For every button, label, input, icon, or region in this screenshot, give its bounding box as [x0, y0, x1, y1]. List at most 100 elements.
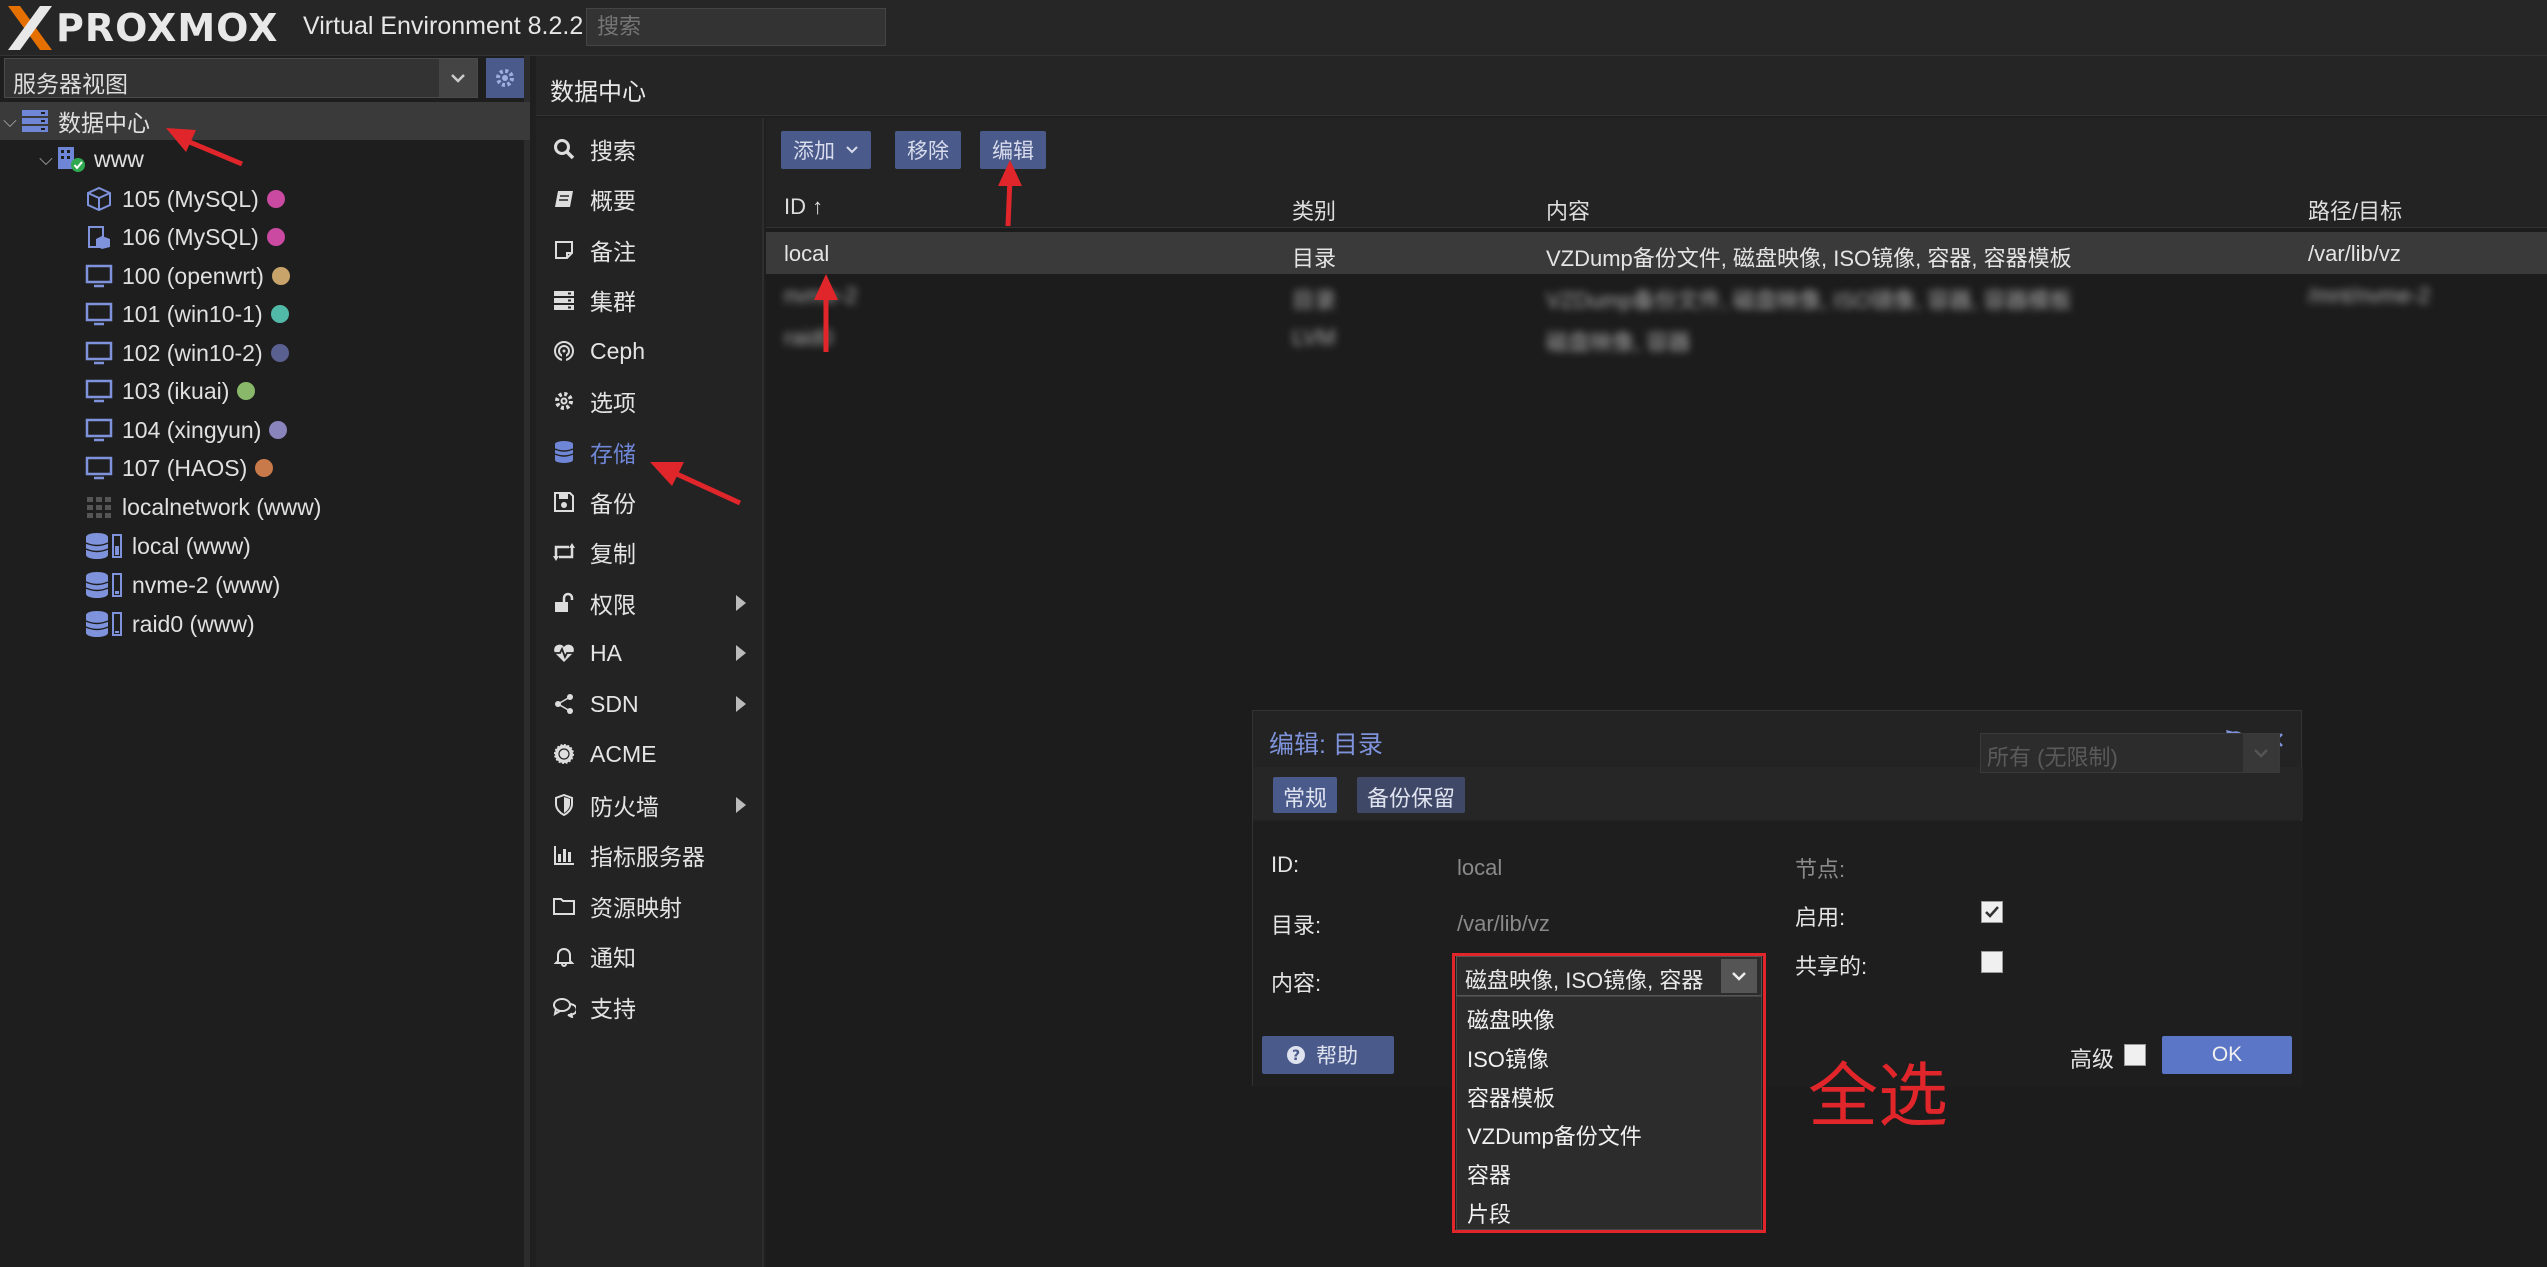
menu-item-notifications[interactable]: 通知 — [536, 933, 764, 979]
node-select: 所有 (无限制) — [1980, 733, 2280, 773]
proxmox-logo[interactable]: PROXMOX — [6, 4, 278, 52]
node-select-value: 所有 (无限制) — [1987, 745, 2118, 770]
tree-item-label: 107 (HAOS) — [122, 454, 248, 481]
ceph-icon — [542, 340, 586, 362]
table-row[interactable]: nvme-2 目录 VZDump备份文件, 磁盘映像, ISO镜像, 容器, 容… — [766, 274, 2547, 316]
storage-toolbar: 添加 移除 编辑 — [766, 118, 2547, 182]
cell-path: /var/lib/vz — [2308, 241, 2401, 266]
status-dot — [266, 228, 285, 246]
expand-arrow-icon[interactable] — [736, 645, 746, 661]
remove-button[interactable]: 移除 — [895, 131, 961, 169]
menu-item-ha[interactable]: HA — [536, 630, 764, 676]
storage-icon — [84, 533, 124, 559]
tree-item-storage-nvme-2[interactable]: nvme-2 (www) — [0, 566, 530, 604]
tree-item-guest-107[interactable]: 107 (HAOS) — [0, 449, 530, 487]
add-button[interactable]: 添加 — [781, 131, 871, 169]
tree-item-guest-104[interactable]: 104 (xingyun) — [0, 411, 530, 449]
tab-general[interactable]: 常规 — [1273, 777, 1338, 813]
cell-type: 目录 — [1292, 246, 1337, 271]
menu-item-support[interactable]: 支持 — [536, 984, 764, 1030]
enable-checkbox[interactable] — [1981, 901, 2003, 923]
logo-text: PROXMOX — [56, 6, 279, 50]
menu-item-notes[interactable]: 备注 — [536, 227, 764, 273]
tree-item-label: localnetwork (www) — [122, 493, 322, 520]
view-select[interactable]: 服务器视图 — [4, 58, 478, 98]
add-button-label: 添加 — [793, 140, 835, 163]
shared-checkbox[interactable] — [1981, 951, 2003, 973]
tree-item-localnetwork[interactable]: localnetwork (www) — [0, 488, 530, 526]
menu-item-resource-mappings[interactable]: 资源映射 — [536, 883, 764, 929]
menu-item-sdn[interactable]: SDN — [536, 681, 764, 727]
advanced-label: 高级 — [2070, 1047, 2115, 1072]
menu-item-ceph[interactable]: Ceph — [536, 328, 764, 374]
bar-chart-icon — [542, 844, 586, 866]
menu-item-label: 搜索 — [590, 138, 636, 164]
menu-item-search[interactable]: 搜索 — [536, 126, 764, 172]
ok-button[interactable]: OK — [2162, 1036, 2292, 1074]
table-row[interactable]: raid0 LVM 磁盘映像, 容器 — [766, 316, 2547, 358]
advanced-checkbox[interactable] — [2124, 1044, 2146, 1066]
tree-item-label: nvme-2 (www) — [132, 571, 281, 598]
menu-item-storage[interactable]: 存储 — [536, 429, 764, 475]
menu-item-summary[interactable]: 概要 — [536, 176, 764, 222]
menu-item-acme[interactable]: ACME — [536, 731, 764, 777]
content-header: 数据中心 — [536, 56, 2547, 116]
column-header-id[interactable]: ID ↑ — [784, 194, 823, 220]
certificate-icon — [542, 743, 586, 765]
menu-item-firewall[interactable]: 防火墙 — [536, 782, 764, 828]
svg-text:?: ? — [1292, 1048, 1300, 1064]
annotation-text: 全选 — [1808, 1055, 1948, 1137]
menu-item-options[interactable]: 选项 — [536, 378, 764, 424]
edit-button-label: 编辑 — [992, 140, 1034, 163]
server-icon — [542, 289, 586, 311]
tree-settings-button[interactable] — [486, 58, 524, 98]
tree-item-guest-106[interactable]: 106 (MySQL) — [0, 218, 530, 256]
gear-icon — [496, 69, 514, 87]
menu-item-label: Ceph — [590, 337, 645, 364]
tree-item-datacenter[interactable]: ⌵ 数据中心 — [0, 102, 530, 140]
vm-icon — [84, 340, 114, 366]
tree-item-guest-100[interactable]: 100 (openwrt) — [0, 257, 530, 295]
expand-arrow-icon[interactable] — [736, 696, 746, 712]
tree-item-guest-103[interactable]: 103 (ikuai) — [0, 372, 530, 410]
network-grid-icon — [84, 494, 114, 520]
folder-icon — [542, 896, 586, 916]
expand-arrow-icon[interactable] — [736, 797, 746, 813]
menu-item-label: 支持 — [590, 996, 636, 1022]
chevron-down-icon[interactable]: ⌵ — [0, 111, 20, 132]
tree-item-guest-105[interactable]: 105 (MySQL) — [0, 180, 530, 218]
chevron-down-icon[interactable] — [439, 59, 477, 97]
tab-backup-retention[interactable]: 备份保留 — [1357, 777, 1466, 813]
column-header-type[interactable]: 类别 — [1292, 194, 1336, 226]
menu-item-metric-server[interactable]: 指标服务器 — [536, 832, 764, 878]
menu-item-backup[interactable]: 备份 — [536, 479, 764, 525]
proxmox-x-icon — [8, 6, 52, 50]
cell-content: VZDump备份文件, 磁盘映像, ISO镜像, 容器, 容器模板 — [1546, 288, 2072, 313]
cell-path: /mnt/nvme-2 — [2308, 283, 2431, 308]
menu-item-replication[interactable]: 复制 — [536, 529, 764, 575]
tree-item-guest-102[interactable]: 102 (win10-2) — [0, 334, 530, 372]
help-button[interactable]: ? 帮助 — [1262, 1036, 1394, 1074]
help-button-label: 帮助 — [1316, 1045, 1358, 1068]
cell-id: raid0 — [784, 325, 833, 350]
expand-arrow-icon[interactable] — [736, 595, 746, 611]
menu-item-label: 通知 — [590, 945, 636, 971]
search-input[interactable] — [586, 8, 886, 46]
tree-item-storage-local[interactable]: local (www) — [0, 527, 530, 565]
remove-button-label: 移除 — [907, 140, 949, 163]
menu-item-cluster[interactable]: 集群 — [536, 277, 764, 323]
table-row[interactable]: local 目录 VZDump备份文件, 磁盘映像, ISO镜像, 容器, 容器… — [766, 232, 2547, 274]
chevron-down-icon[interactable]: ⌵ — [36, 149, 56, 170]
tree-item-label: 102 (win10-2) — [122, 339, 263, 366]
server-rack-icon — [20, 108, 50, 134]
tree-item-guest-101[interactable]: 101 (win10-1) — [0, 295, 530, 333]
tree-item-node[interactable]: ⌵ www — [0, 140, 530, 178]
menu-item-permissions[interactable]: 权限 — [536, 580, 764, 626]
id-value: local — [1457, 855, 1503, 880]
cell-content: VZDump备份文件, 磁盘映像, ISO镜像, 容器, 容器模板 — [1546, 246, 2072, 271]
tree-item-storage-raid0[interactable]: raid0 (www) — [0, 605, 530, 643]
column-header-path[interactable]: 路径/目标 — [2308, 194, 2402, 226]
column-header-content[interactable]: 内容 — [1546, 194, 1590, 226]
top-bar: PROXMOX Virtual Environment 8.2.2 — [0, 0, 2547, 56]
edit-button[interactable]: 编辑 — [980, 131, 1046, 169]
